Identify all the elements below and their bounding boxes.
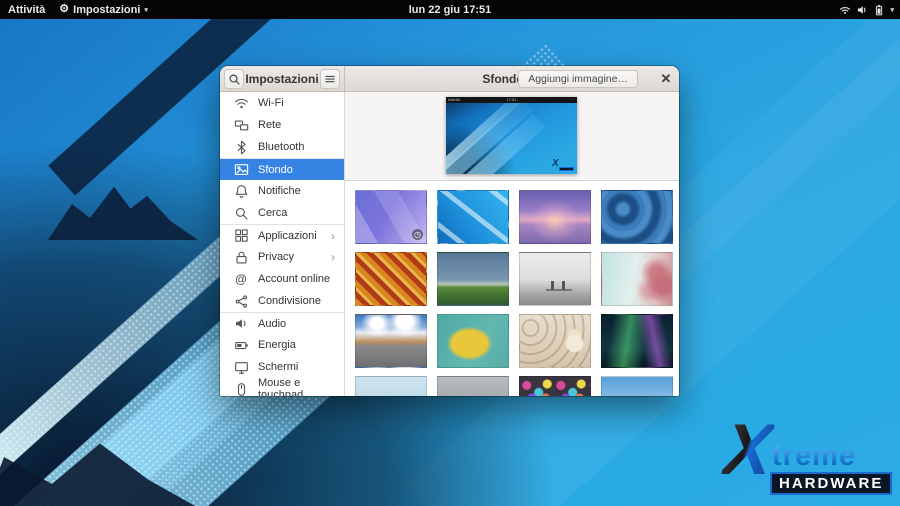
desktop-preview: Attività 17:51 ·· X — [446, 97, 577, 174]
current-wallpaper-preview-area: Attività 17:51 ·· X — [345, 92, 679, 181]
settings-window: Impostazioni Sfondo Aggiungi immagine… ✕… — [220, 66, 679, 396]
slideshow-emblem-icon: ◷ — [412, 229, 423, 240]
wallpaper-blue-sky-clouds[interactable] — [601, 376, 673, 396]
wallpaper-zen-sand-stones[interactable] — [519, 314, 591, 368]
wallpaper-cherry-blossom[interactable] — [601, 252, 673, 306]
wallpaper-geometric-adwaita[interactable]: ◷ — [355, 190, 427, 244]
wallpaper-blue-chains[interactable] — [601, 190, 673, 244]
sidebar-item-label: Schermi — [258, 361, 298, 373]
sidebar-item-label: Energia — [258, 339, 296, 351]
sidebar-item-privacy[interactable]: Privacy › — [220, 246, 344, 268]
sidebar-item-label: Mouse e touchpad — [258, 377, 344, 396]
sidebar-item-label: Account online — [258, 273, 330, 285]
volume-icon — [856, 4, 868, 16]
preview-logo-x: X — [552, 158, 559, 169]
close-button[interactable]: ✕ — [657, 70, 675, 88]
gear-icon: ⚙ — [59, 4, 69, 15]
sidebar-item-account-online[interactable]: @ Account online — [220, 268, 344, 290]
preview-logo: X — [552, 161, 574, 171]
clock-button[interactable]: lun 22 giu 17:51 — [409, 4, 492, 16]
activities-button[interactable]: Attività — [8, 4, 45, 16]
share-icon — [233, 293, 249, 309]
sidebar-item-schermi[interactable]: Schermi — [220, 356, 344, 378]
search-button[interactable] — [224, 69, 244, 89]
sidebar-item-rete[interactable]: Rete — [220, 114, 344, 136]
background-panel: Attività 17:51 ·· X ◷ — [345, 92, 679, 396]
wallpaper-desert-road[interactable] — [355, 314, 427, 368]
wallpaper-gray-clouds[interactable] — [437, 376, 509, 396]
header-bar: Impostazioni Sfondo Aggiungi immagine… ✕ — [220, 66, 679, 92]
logo-hardware-text: HARDWARE — [770, 472, 892, 495]
menu-button[interactable] — [320, 69, 340, 89]
sidebar-item-label: Privacy — [258, 251, 294, 263]
sidebar-item-energia[interactable]: Energia — [220, 334, 344, 356]
preview-logo-bar — [559, 167, 574, 171]
wallpaper-yellow-frog[interactable] — [437, 314, 509, 368]
sidebar-item-label: Applicazioni — [258, 230, 317, 242]
preview-wallpaper: X — [446, 103, 577, 174]
wallpaper-green-field-sky[interactable] — [437, 252, 509, 306]
chevron-right-icon: › — [331, 229, 335, 243]
sidebar-item-cerca[interactable]: Cerca — [220, 202, 344, 224]
image-icon — [233, 162, 249, 178]
battery-icon — [873, 4, 885, 16]
wallpaper-winter-purple-sunset[interactable] — [519, 190, 591, 244]
logo-x-glyph: X — [720, 414, 776, 486]
gnome-top-bar: Attività ⚙ Impostazioni ▾ lun 22 giu 17:… — [0, 0, 900, 19]
wallpaper-orange-woven-fabric[interactable] — [355, 252, 427, 306]
system-status-area[interactable]: ▾ — [839, 4, 894, 16]
caret-down-icon: ▾ — [890, 6, 894, 14]
wifi-icon — [839, 4, 851, 16]
sidebar-item-label: Rete — [258, 119, 281, 131]
caret-down-icon: ▾ — [144, 6, 148, 14]
sidebar-item-label: Wi-Fi — [258, 97, 284, 109]
logo-treme-text: treme — [772, 440, 856, 473]
wifi-icon — [233, 95, 249, 111]
wallpaper-blue-crystal-stripes[interactable] — [437, 190, 509, 244]
at-icon: @ — [233, 271, 249, 287]
sidebar-item-bluetooth[interactable]: Bluetooth — [220, 136, 344, 158]
sidebar-item-mouse-touchpad[interactable]: Mouse e touchpad — [220, 378, 344, 396]
app-menu-button[interactable]: ⚙ Impostazioni ▾ — [59, 4, 148, 16]
speaker-icon — [233, 316, 249, 332]
wallpaper-grid: ◷ — [345, 181, 679, 396]
sidebar-item-label: Cerca — [258, 207, 287, 219]
wallpaper-foggy-pier[interactable] — [519, 252, 591, 306]
sidebar-item-applicazioni[interactable]: Applicazioni › — [220, 224, 344, 246]
sidebar-item-notifiche[interactable]: Notifiche — [220, 180, 344, 202]
display-icon — [233, 359, 249, 375]
wallpaper-hazy-skyline[interactable] — [355, 376, 427, 396]
bluetooth-icon — [233, 139, 249, 155]
mouse-icon — [233, 381, 249, 396]
sidebar-item-label: Sfondo — [258, 164, 293, 176]
search-icon — [228, 73, 241, 86]
sidebar-item-label: Bluetooth — [258, 141, 304, 153]
wallpaper-candy-colors[interactable] — [519, 376, 591, 396]
sidebar-item-label: Notifiche — [258, 185, 301, 197]
apps-grid-icon — [233, 228, 249, 244]
add-image-button[interactable]: Aggiungi immagine… — [518, 70, 638, 88]
sidebar-item-condivisione[interactable]: Condivisione — [220, 290, 344, 312]
wallpaper-aurora-borealis[interactable] — [601, 314, 673, 368]
lock-icon — [233, 249, 249, 265]
xtreme-hardware-logo: X treme HARDWARE — [724, 428, 894, 500]
battery-icon — [233, 337, 249, 353]
sidebar-item-label: Condivisione — [258, 295, 321, 307]
window-app-title: Impostazioni — [245, 66, 318, 92]
hamburger-icon — [324, 73, 336, 85]
network-icon — [233, 117, 249, 133]
sidebar-item-wifi[interactable]: Wi-Fi — [220, 92, 344, 114]
sidebar-item-label: Audio — [258, 318, 286, 330]
app-menu-label: Impostazioni — [73, 4, 140, 16]
sidebar-item-audio[interactable]: Audio — [220, 312, 344, 334]
search-icon — [233, 205, 249, 221]
sidebar-item-sfondo[interactable]: Sfondo — [220, 158, 344, 180]
settings-sidebar: Wi-Fi Rete Bluetooth Sfondo Notifiche Ce… — [220, 92, 345, 396]
bell-icon — [233, 183, 249, 199]
chevron-right-icon: › — [331, 250, 335, 264]
